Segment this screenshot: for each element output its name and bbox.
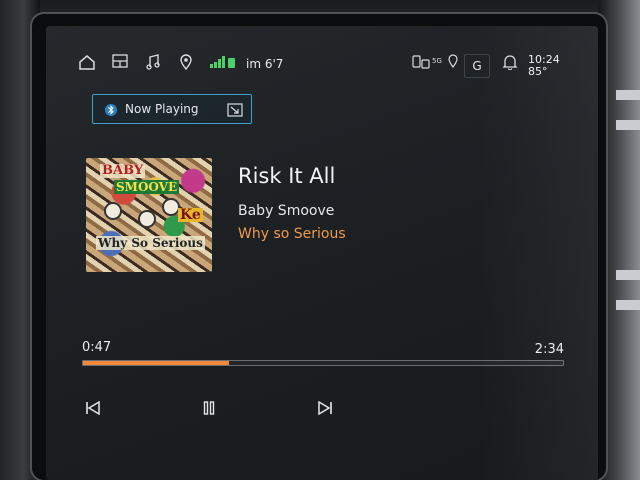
profile-button[interactable]: G [464, 54, 490, 78]
pause-icon [203, 400, 215, 419]
album-art-text: SMOOVE [114, 180, 180, 194]
track-album[interactable]: Why so Serious [238, 226, 346, 242]
navigation-pin-icon[interactable] [180, 54, 192, 70]
clock-temperature: 10:24 85° [528, 54, 560, 78]
skip-previous-icon [85, 400, 101, 419]
vent-slat [616, 120, 640, 130]
location-active-icon [448, 54, 458, 68]
now-playing-tab[interactable]: Now Playing [92, 94, 252, 124]
5g-indicator: 5G [432, 57, 442, 65]
bluetooth-icon [105, 102, 117, 122]
progress-bar[interactable] [82, 360, 564, 366]
pause-button[interactable] [194, 396, 224, 422]
app-grid-icon[interactable] [112, 54, 128, 68]
infotainment-screen: im 6'7 5G G 10:24 85° Now Playing BABY S… [46, 26, 598, 480]
album-art-text: Why So Serious [96, 236, 205, 250]
phone-signal-icon [210, 56, 236, 68]
track-title: Risk It All [238, 164, 336, 188]
album-art[interactable]: BABY SMOOVE Ke Why So Serious [86, 158, 212, 272]
vent-slat [616, 270, 640, 280]
album-art-text: BABY [100, 163, 146, 178]
progress-fill [83, 361, 230, 365]
total-time: 2:34 [534, 342, 564, 357]
vent-slat [616, 300, 640, 310]
music-icon[interactable] [146, 54, 160, 70]
screen-glare [478, 26, 598, 480]
status-bar: im 6'7 5G G 10:24 85° [46, 26, 598, 78]
skip-next-icon [317, 400, 333, 419]
now-playing-label: Now Playing [125, 102, 199, 116]
elapsed-time: 0:47 [82, 340, 112, 355]
next-track-button[interactable] [310, 396, 340, 422]
album-art-face [104, 202, 122, 220]
vent-slat [616, 90, 640, 100]
track-artist: Baby Smoove [238, 203, 335, 219]
connected-devices-icon [412, 54, 430, 70]
phone-name-text: im 6'7 [246, 57, 284, 71]
temperature-text: 85° [528, 65, 548, 78]
album-art-text: Ke [178, 207, 203, 223]
album-art-face [138, 210, 156, 228]
expand-icon[interactable] [227, 102, 243, 121]
home-icon[interactable] [78, 54, 96, 70]
notifications-bell-icon[interactable] [502, 54, 518, 70]
previous-track-button[interactable] [78, 396, 108, 422]
